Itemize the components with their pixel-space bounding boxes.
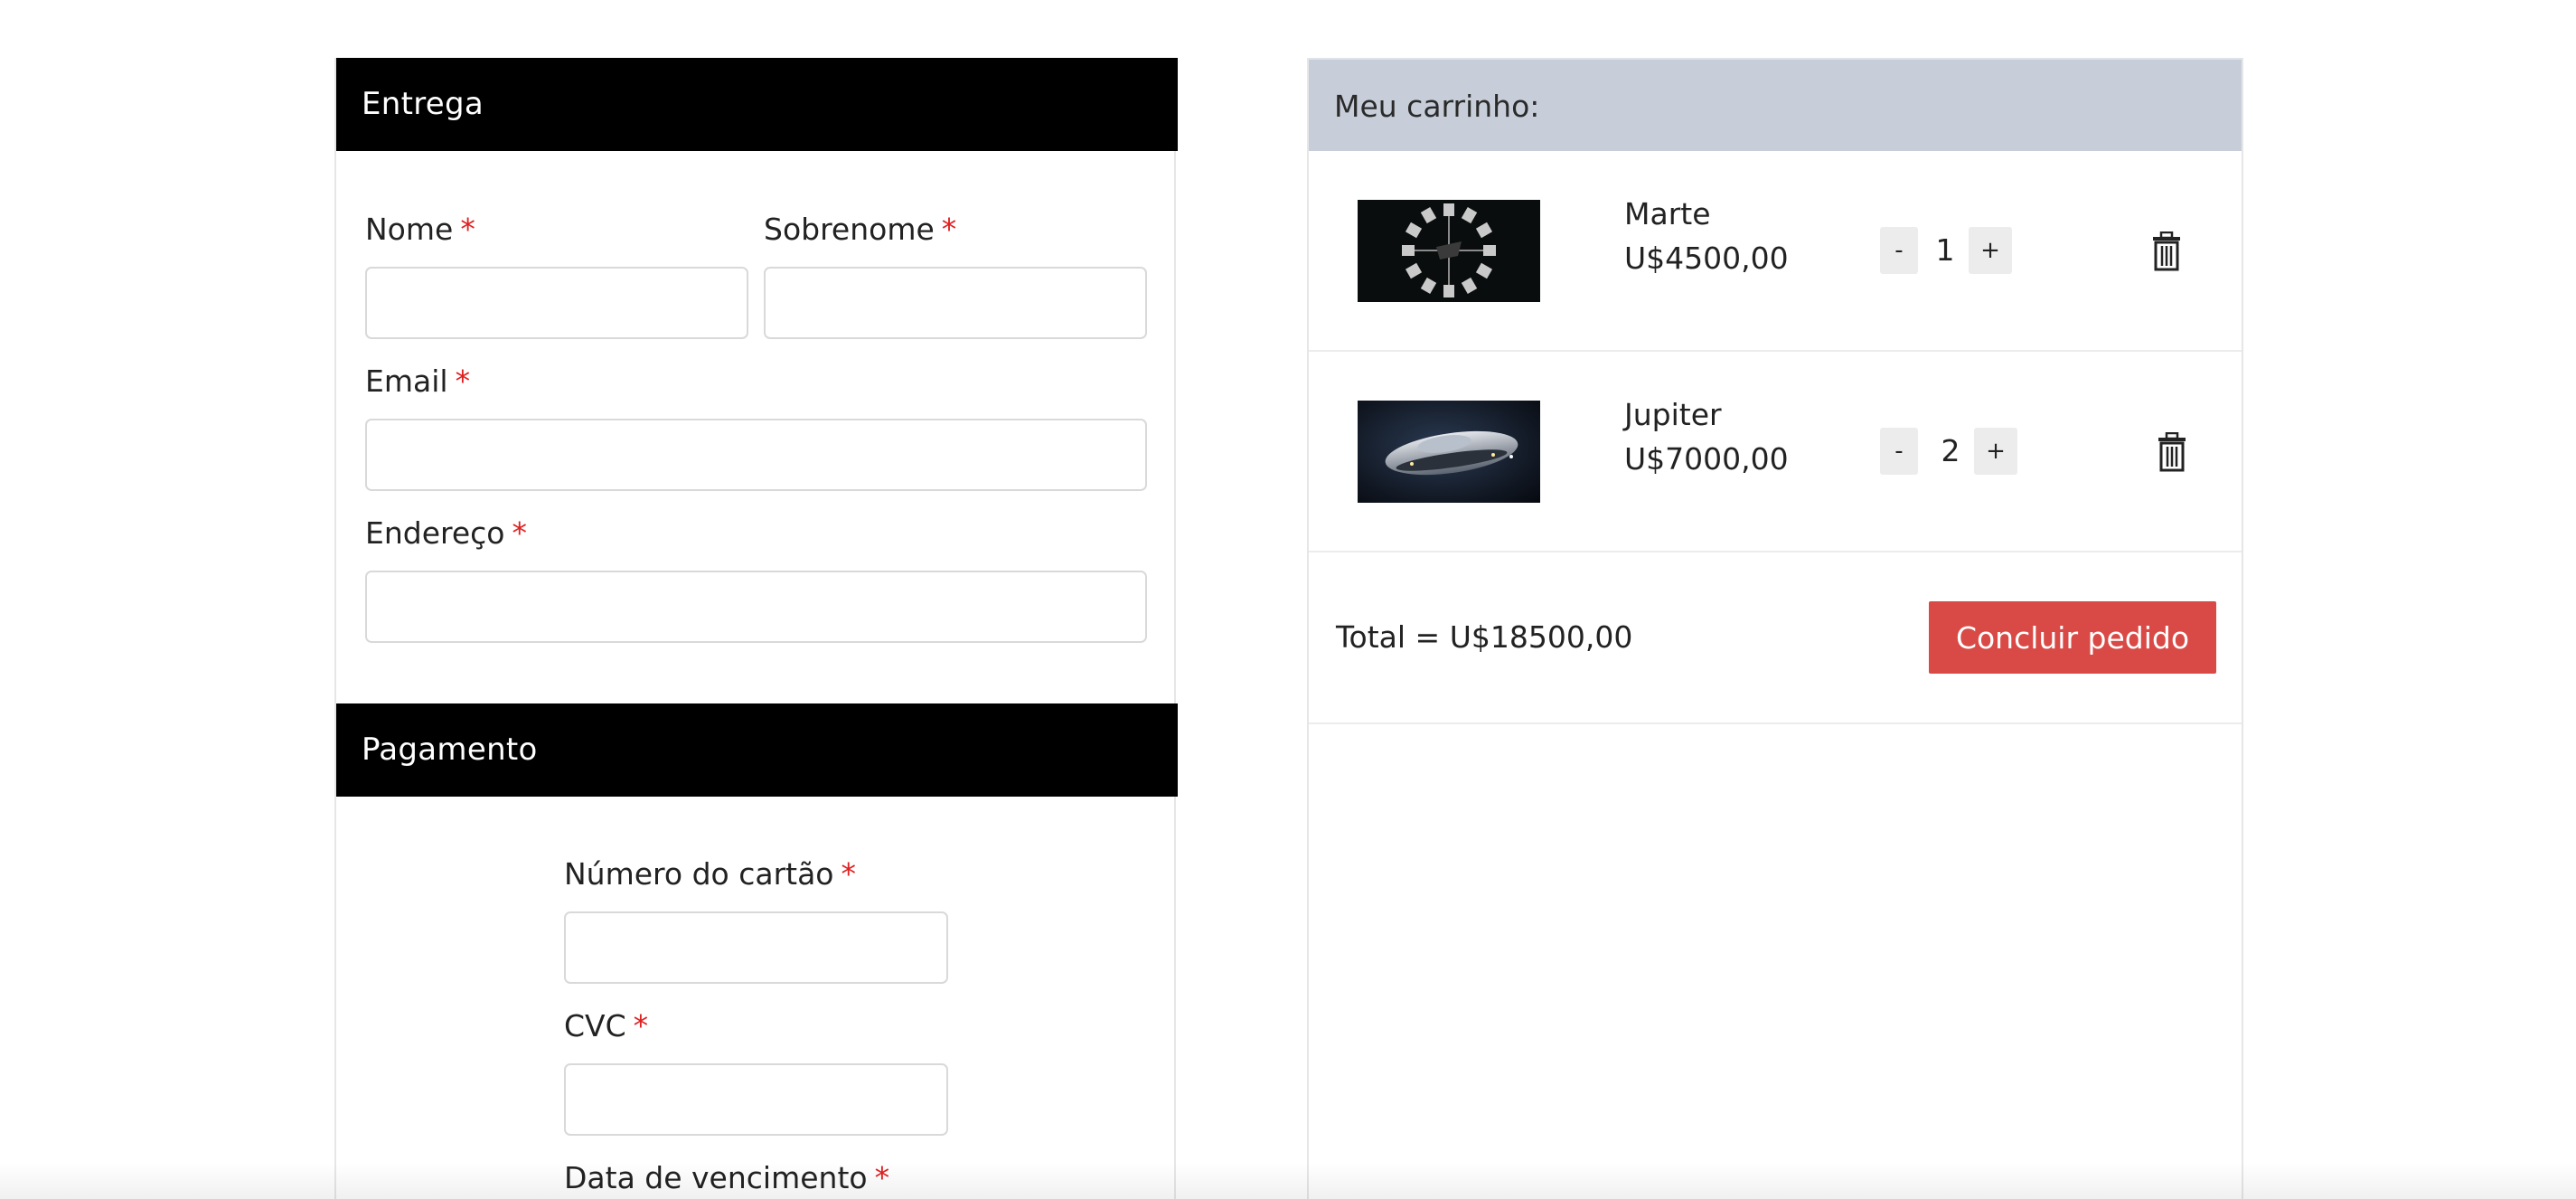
cvc-input[interactable] — [564, 1063, 948, 1136]
checkout-button[interactable]: Concluir pedido — [1929, 601, 2216, 674]
email-label: Email * — [365, 363, 470, 399]
cvc-label-text: CVC — [564, 1008, 626, 1043]
payment-section-header: Pagamento — [336, 703, 1178, 797]
expiry-label: Data de vencimento * — [564, 1160, 889, 1195]
checkout-form: Entrega Nome * Sobrenome * Email * Endereço… — [334, 58, 1178, 1199]
cart-item: Jupiter U$7000,00 - 2 + — [1309, 352, 2242, 552]
spaceship-image — [1358, 401, 1540, 503]
address-label: Endereço * — [365, 515, 527, 551]
wormhole-ship-image — [1358, 200, 1540, 302]
quantity-value: 2 — [1941, 433, 1960, 468]
required-mark: * — [455, 363, 471, 399]
required-mark: * — [512, 515, 528, 551]
last-name-label-text: Sobrenome — [764, 212, 935, 247]
cart-item: Marte U$4500,00 - 1 + — [1309, 151, 2242, 352]
required-mark: * — [874, 1160, 890, 1195]
email-input[interactable] — [365, 419, 1147, 491]
required-mark: * — [841, 856, 856, 892]
required-mark: * — [633, 1008, 649, 1043]
last-name-label: Sobrenome * — [764, 212, 956, 247]
increase-quantity-button[interactable]: + — [1974, 428, 2017, 475]
cvc-label: CVC * — [564, 1008, 648, 1043]
expiry-label-text: Data de vencimento — [564, 1160, 868, 1195]
last-name-input[interactable] — [764, 267, 1147, 339]
first-name-input[interactable] — [365, 267, 748, 339]
trash-icon[interactable] — [2150, 231, 2183, 271]
card-number-label-text: Número do cartão — [564, 856, 834, 892]
required-mark: * — [460, 212, 475, 247]
required-mark: * — [941, 212, 957, 247]
cart-total-row: Total = U$18500,00 Concluir pedido — [1309, 552, 2242, 724]
item-name: Jupiter — [1624, 397, 1722, 432]
increase-quantity-button[interactable]: + — [1969, 227, 2012, 274]
card-number-input[interactable] — [564, 911, 948, 984]
address-label-text: Endereço — [365, 515, 505, 551]
item-name: Marte — [1624, 196, 1711, 231]
cart-panel: Meu carrinho: Marte U$4500,00 - 1 + Jupi… — [1307, 58, 2243, 1199]
first-name-label-text: Nome — [365, 212, 454, 247]
decrease-quantity-button[interactable]: - — [1880, 227, 1918, 274]
address-input[interactable] — [365, 571, 1147, 643]
email-label-text: Email — [365, 363, 448, 399]
cart-title: Meu carrinho: — [1309, 58, 2242, 151]
trash-icon[interactable] — [2156, 431, 2188, 472]
card-number-label: Número do cartão * — [564, 856, 856, 892]
decrease-quantity-button[interactable]: - — [1880, 428, 1918, 475]
first-name-label: Nome * — [365, 212, 475, 247]
item-price: U$4500,00 — [1624, 241, 1789, 276]
quantity-value: 1 — [1935, 232, 1955, 268]
delivery-section-header: Entrega — [336, 58, 1178, 151]
item-price: U$7000,00 — [1624, 441, 1789, 477]
cart-total: Total = U$18500,00 — [1336, 619, 1633, 655]
